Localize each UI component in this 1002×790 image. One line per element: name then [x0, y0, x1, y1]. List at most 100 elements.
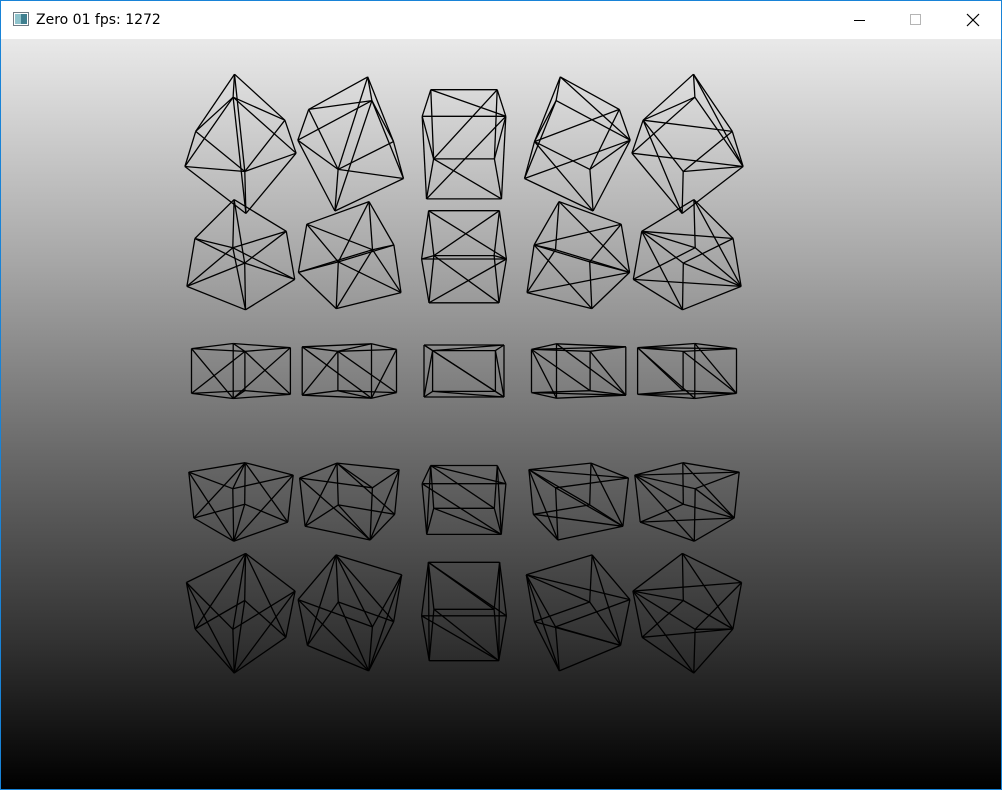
- wireframe-cube: [420, 561, 508, 662]
- cube-edge: [232, 553, 247, 630]
- wireframe-cube: [297, 76, 405, 212]
- cube-edge: [637, 347, 737, 350]
- cube-edge: [694, 471, 740, 490]
- cube-edge: [195, 96, 234, 132]
- cube-edge: [372, 244, 395, 251]
- cube-edge: [191, 347, 245, 353]
- cube-edge: [232, 97, 247, 214]
- cube-edge: [528, 468, 629, 479]
- cube-edge: [194, 553, 247, 630]
- cube-edge: [430, 464, 495, 509]
- cube-edge: [523, 141, 536, 179]
- cube-edge: [244, 262, 295, 281]
- cube-edge: [556, 394, 626, 399]
- cube-edge: [559, 644, 621, 672]
- cube-edge: [639, 503, 684, 523]
- cube-edge: [493, 158, 503, 200]
- cube-edge: [421, 615, 500, 662]
- cube-edge: [371, 100, 405, 179]
- cube-edge: [493, 210, 501, 256]
- wireframe-cube: [525, 554, 631, 672]
- cube-edge: [433, 255, 500, 304]
- cube-edge: [631, 152, 744, 168]
- cube-edge: [526, 244, 535, 293]
- wireframe-cube: [297, 200, 402, 310]
- wireframe-cube: [632, 199, 742, 311]
- wireframe-cube: [298, 462, 400, 541]
- cube-edge: [693, 629, 696, 674]
- cube-edge: [233, 636, 287, 674]
- cube-edge: [245, 552, 296, 592]
- cube-edge: [427, 210, 435, 256]
- cube-edge: [304, 462, 338, 527]
- cube-edge: [371, 391, 397, 399]
- cube-edge: [558, 200, 622, 225]
- wireframe-cube: [634, 462, 740, 542]
- cube-edge: [533, 244, 593, 310]
- cube-edge: [370, 349, 398, 399]
- close-button[interactable]: [944, 1, 1000, 39]
- cube-edge: [186, 552, 246, 584]
- cube-edge: [493, 609, 500, 661]
- cube-edge: [500, 483, 507, 535]
- cube-edge: [194, 199, 235, 239]
- cube-edge: [642, 119, 684, 172]
- cube-edge: [498, 562, 508, 616]
- wireframe-cube: [631, 73, 744, 215]
- wireframe-cube: [420, 210, 508, 304]
- cube-edge: [336, 462, 400, 471]
- cube-edge: [233, 342, 291, 349]
- cube-edge: [423, 350, 434, 398]
- cube-edge: [632, 552, 683, 592]
- cube-edge: [526, 271, 630, 294]
- cube-edge: [430, 89, 507, 117]
- cube-edge: [232, 199, 235, 248]
- cube-edge: [430, 464, 507, 485]
- cube-edge: [641, 230, 684, 264]
- cube-edge: [432, 390, 505, 398]
- cube-edge: [369, 513, 396, 541]
- wireframe-cube: [421, 464, 507, 536]
- app-window: Zero 01 fps: 1272: [0, 0, 1002, 790]
- cube-edge: [232, 347, 291, 399]
- cube-edge: [693, 628, 734, 674]
- cube-edge: [297, 599, 309, 646]
- maximize-button[interactable]: [887, 1, 943, 39]
- cube-edge: [232, 96, 286, 121]
- cube-edge: [193, 517, 235, 542]
- cube-edge: [632, 231, 643, 280]
- cube-edge: [589, 169, 594, 212]
- wireframe-cube: [636, 342, 738, 400]
- cube-edge: [493, 255, 500, 303]
- minimize-button[interactable]: [831, 1, 887, 39]
- title-bar[interactable]: Zero 01 fps: 1272: [1, 1, 1001, 39]
- app-window-icon: [13, 12, 29, 26]
- cube-edge: [524, 139, 631, 180]
- cube-edge: [306, 554, 337, 646]
- cube-edge: [681, 263, 684, 310]
- cube-edge: [637, 392, 737, 395]
- cube-edge: [188, 471, 234, 490]
- cube-edge: [637, 393, 695, 400]
- cube-edge: [641, 231, 684, 311]
- cube-edge: [493, 465, 498, 509]
- cube-edge: [244, 347, 291, 353]
- cube-edge: [589, 139, 631, 170]
- cube-edge: [336, 291, 402, 310]
- cube-edge: [393, 244, 402, 293]
- wireframe-cube: [523, 76, 631, 212]
- cube-edge: [693, 199, 734, 239]
- wireframe-cube: [190, 342, 292, 400]
- cube-edge: [337, 141, 394, 170]
- cube-edge: [682, 285, 742, 311]
- cube-edge: [234, 73, 286, 121]
- cube-edge: [642, 96, 696, 121]
- render-viewport[interactable]: [1, 39, 1001, 789]
- cube-edge: [642, 73, 694, 121]
- cube-edge: [430, 465, 435, 509]
- cube-edge: [297, 554, 337, 601]
- cube-edge: [297, 224, 308, 273]
- cube-edge: [682, 462, 735, 519]
- cube-edge: [642, 628, 733, 638]
- cube-edge: [245, 278, 296, 311]
